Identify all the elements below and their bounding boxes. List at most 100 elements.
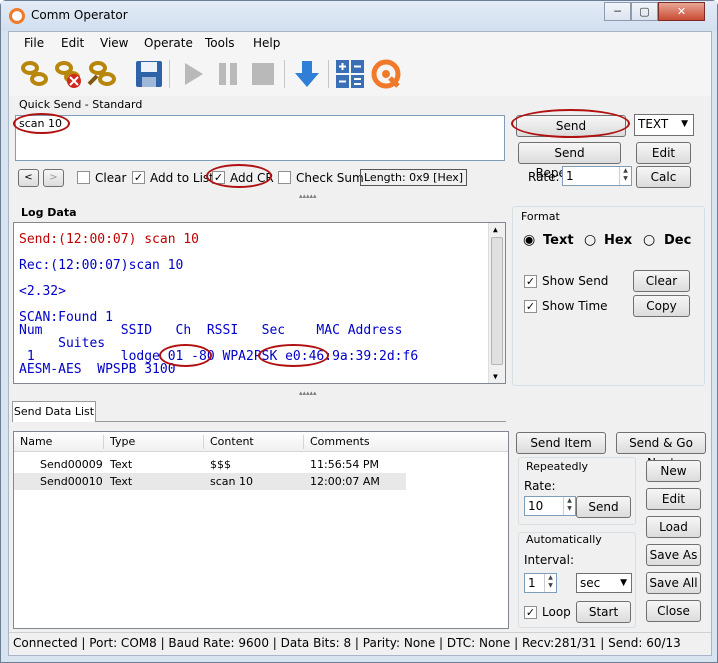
send-repeatedly-button[interactable]: Send Repeatedly bbox=[518, 142, 621, 180]
grip-icon: ▴▴▴▴▴ bbox=[299, 192, 317, 200]
interval-unit-select[interactable]: sec ▼ bbox=[576, 573, 632, 593]
column-type[interactable]: Type bbox=[106, 435, 204, 449]
maximize-button[interactable]: ▢ bbox=[631, 2, 658, 21]
format-label: Format bbox=[521, 210, 560, 223]
scroll-thumb[interactable] bbox=[491, 237, 503, 365]
menu-tools[interactable]: Tools bbox=[205, 36, 235, 50]
send-list-rate-input[interactable]: 10 ▲ ▼ bbox=[524, 496, 576, 516]
highlight-ring bbox=[206, 164, 272, 188]
dec-radio-icon[interactable]: ○ bbox=[643, 232, 655, 248]
top-splitter[interactable]: ▴▴▴▴▴ bbox=[9, 192, 711, 201]
edit-button[interactable]: Edit bbox=[636, 142, 691, 164]
close-window-button[interactable]: ✕ bbox=[658, 2, 705, 21]
toolbar bbox=[9, 54, 711, 96]
menu-edit[interactable]: Edit bbox=[61, 36, 84, 50]
format-select[interactable]: TEXT ▼ bbox=[634, 114, 694, 136]
show-time-label: Show Time bbox=[542, 299, 608, 313]
about-logo-icon[interactable] bbox=[370, 58, 402, 90]
pause-icon[interactable] bbox=[212, 58, 244, 90]
highlight-ring bbox=[159, 344, 212, 367]
row-type: Text bbox=[110, 475, 133, 488]
spinner-icon[interactable]: ▲ ▼ bbox=[544, 574, 556, 592]
disconnect-icon[interactable] bbox=[53, 58, 85, 90]
loop-checkbox[interactable]: ✓ bbox=[524, 606, 537, 619]
row-name: Send00009 bbox=[40, 458, 103, 471]
menu-view[interactable]: View bbox=[100, 36, 128, 50]
log-scrollbar[interactable]: ▲ ▼ bbox=[488, 223, 505, 383]
tab-send-data-list[interactable]: Send Data List bbox=[12, 401, 96, 422]
calculator-icon[interactable] bbox=[334, 58, 366, 90]
rate-input[interactable]: 1 ▲ ▼ bbox=[562, 166, 632, 186]
scroll-up-icon[interactable]: ▲ bbox=[493, 225, 498, 234]
dec-radio-label: Dec bbox=[664, 233, 692, 248]
send-list-rate-value: 10 bbox=[528, 499, 544, 513]
format-select-value: TEXT bbox=[638, 117, 669, 131]
save-as-button[interactable]: Save As bbox=[646, 544, 701, 566]
log-view: Send:(12:00:07) scan 10 Rec:(12:00:07)sc… bbox=[13, 222, 506, 384]
clear-checkbox[interactable] bbox=[77, 171, 90, 184]
app-window: Comm Operator ─ ▢ ✕ File Edit View Opera… bbox=[0, 0, 718, 663]
minimize-button[interactable]: ─ bbox=[604, 2, 631, 21]
row-comments: 11:56:54 PM bbox=[310, 458, 380, 471]
play-icon[interactable] bbox=[177, 58, 209, 90]
interval-input[interactable]: 1 ▲ ▼ bbox=[524, 573, 557, 593]
table-row[interactable]: Send00009 Text $$$ 11:56:54 PM bbox=[14, 456, 406, 473]
column-content[interactable]: Content bbox=[206, 435, 304, 449]
rate-value: 1 bbox=[566, 169, 574, 183]
hex-radio-icon[interactable]: ○ bbox=[584, 232, 596, 248]
next-button[interactable]: > bbox=[43, 169, 64, 187]
close-list-button[interactable]: Close bbox=[646, 600, 701, 622]
send-item-button[interactable]: Send Item bbox=[516, 432, 606, 454]
row-name: Send00010 bbox=[40, 475, 103, 488]
log-line: AESM-AES WPSPB 3100 bbox=[19, 362, 176, 377]
bottom-splitter[interactable]: ▴▴▴▴▴ bbox=[9, 389, 711, 398]
column-name[interactable]: Name bbox=[16, 435, 104, 449]
menu-bar: File Edit View Operate Tools Help bbox=[9, 32, 711, 54]
new-button[interactable]: New bbox=[646, 460, 701, 482]
save-icon[interactable] bbox=[133, 58, 165, 90]
repeat-send-button[interactable]: Send bbox=[576, 496, 631, 518]
show-send-label: Show Send bbox=[542, 274, 609, 288]
menu-help[interactable]: Help bbox=[253, 36, 280, 50]
log-line: Rec:(12:00:07)scan 10 bbox=[19, 258, 184, 273]
check-sum-checkbox[interactable] bbox=[278, 171, 291, 184]
quick-send-input[interactable]: scan 10 bbox=[15, 115, 505, 161]
grid-header: Name Type Content Comments bbox=[14, 432, 508, 452]
row-content: scan 10 bbox=[210, 475, 253, 488]
start-button[interactable]: Start bbox=[576, 601, 631, 623]
column-comments[interactable]: Comments bbox=[306, 435, 404, 449]
show-send-checkbox[interactable]: ✓ bbox=[524, 275, 537, 288]
log-line: Send:(12:00:07) scan 10 bbox=[19, 232, 200, 247]
spinner-icon[interactable]: ▲ ▼ bbox=[619, 167, 631, 185]
stop-icon[interactable] bbox=[247, 58, 279, 90]
add-to-list-checkbox[interactable]: ✓ bbox=[132, 171, 145, 184]
download-arrow-icon[interactable] bbox=[291, 58, 323, 90]
menu-operate[interactable]: Operate bbox=[144, 36, 193, 50]
window-title: Comm Operator bbox=[31, 8, 128, 22]
clear-checkbox-label: Clear bbox=[95, 171, 127, 185]
scroll-down-icon[interactable]: ▼ bbox=[493, 372, 498, 381]
show-time-checkbox[interactable]: ✓ bbox=[524, 300, 537, 313]
list-edit-button[interactable]: Edit bbox=[646, 488, 701, 510]
toolbar-separator bbox=[169, 60, 170, 88]
row-content: $$$ bbox=[210, 458, 231, 471]
check-sum-label: Check Sum bbox=[296, 171, 364, 185]
connect-icon[interactable] bbox=[19, 58, 51, 90]
save-all-button[interactable]: Save All bbox=[646, 572, 701, 594]
text-radio-selected-icon[interactable]: ◉ bbox=[523, 232, 535, 248]
copy-button[interactable]: Copy bbox=[633, 295, 690, 317]
menu-file[interactable]: File bbox=[24, 36, 44, 50]
table-row-selected[interactable]: Send00010 Text scan 10 12:00:07 AM bbox=[14, 473, 406, 490]
log-clear-button[interactable]: Clear bbox=[633, 270, 690, 292]
connection-settings-icon[interactable] bbox=[87, 58, 119, 90]
chevron-down-icon: ▼ bbox=[681, 119, 688, 129]
toolbar-separator bbox=[328, 60, 329, 88]
title-bar: Comm Operator ─ ▢ ✕ bbox=[1, 1, 717, 31]
send-go-next-button[interactable]: Send & Go Next bbox=[616, 432, 706, 470]
grip-icon: ▴▴▴▴▴ bbox=[299, 389, 317, 397]
load-button[interactable]: Load bbox=[646, 516, 701, 538]
spinner-icon[interactable]: ▲ ▼ bbox=[563, 497, 575, 515]
previous-button[interactable]: < bbox=[18, 169, 39, 187]
calc-button[interactable]: Calc bbox=[636, 166, 691, 188]
interval-label: Interval: bbox=[524, 553, 574, 567]
